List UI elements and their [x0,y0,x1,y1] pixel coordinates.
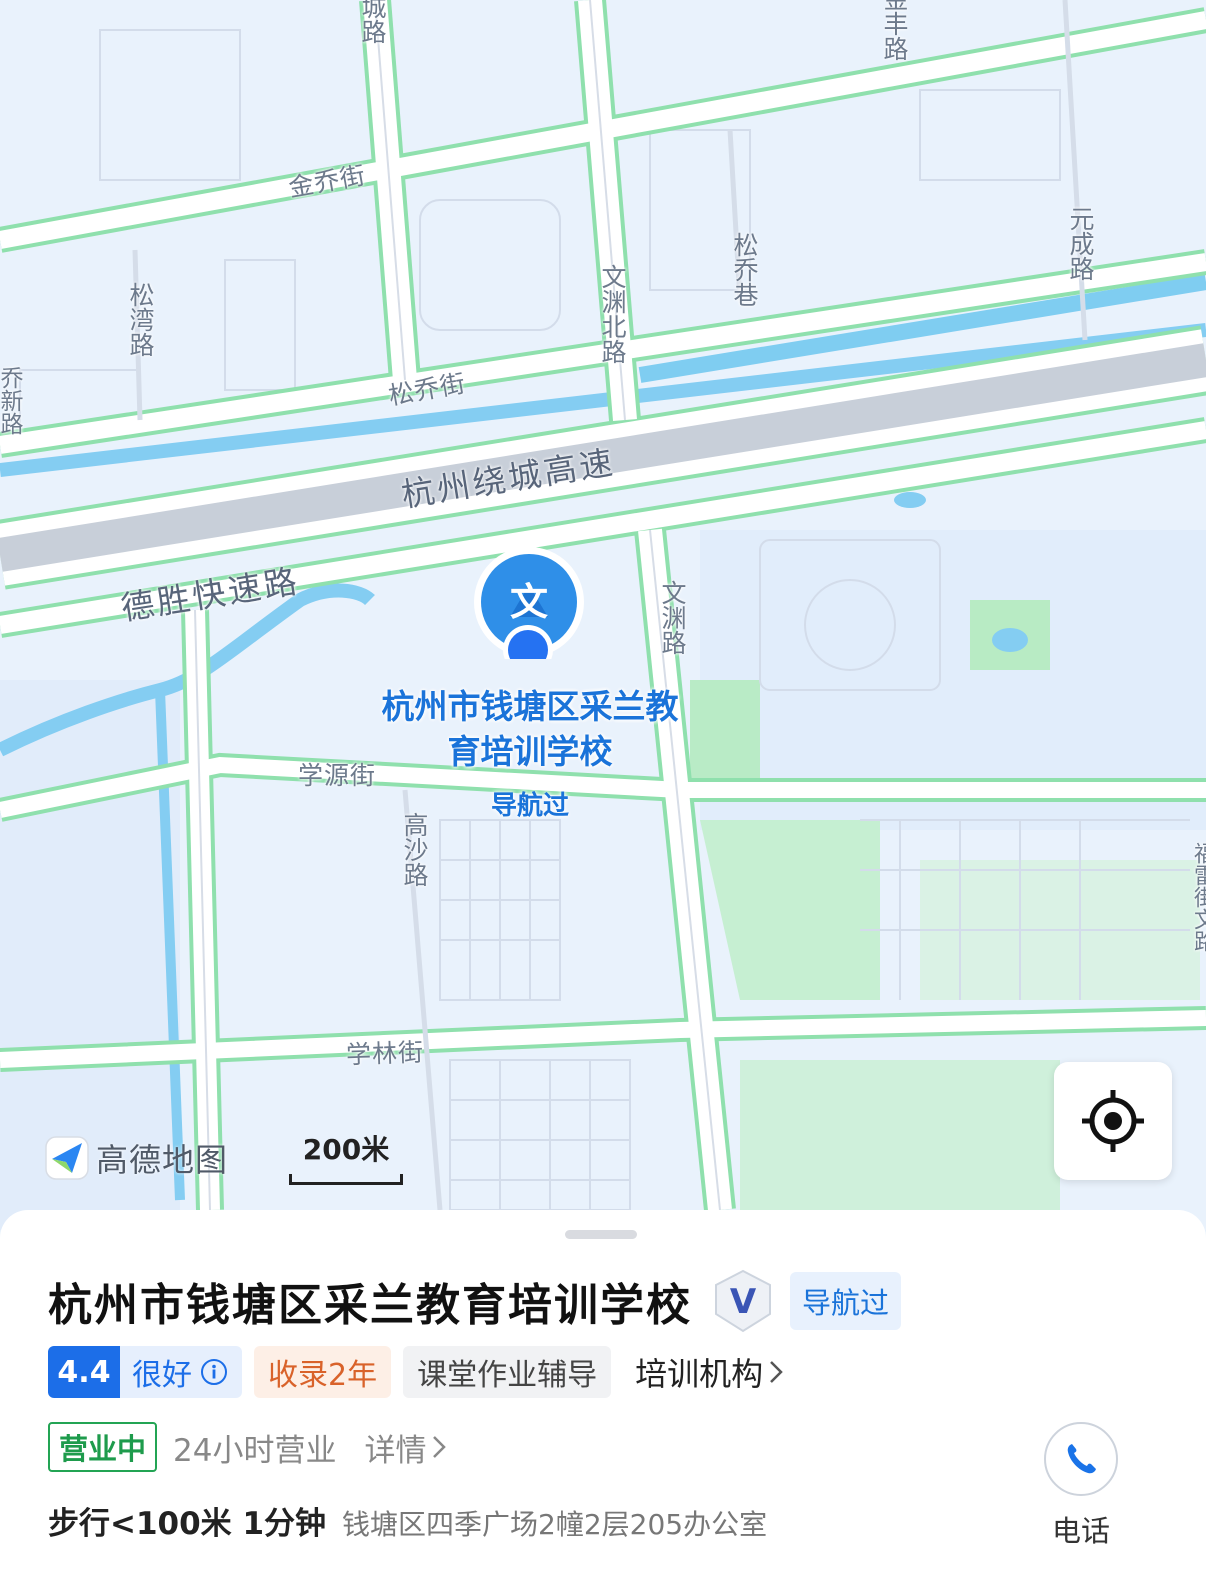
crosshair-icon [1082,1090,1144,1152]
road-label-gaosha-lu: 高沙路 [400,812,429,887]
info-icon[interactable] [200,1358,228,1386]
scale-text: 200米 [302,1133,390,1166]
category-text: 培训机构 [635,1355,764,1393]
map-scale: 200米 [289,1128,403,1185]
road-label-songwan-lu: 松湾路 [126,282,155,357]
place-title: 杭州市钱塘区采兰教育培训学校 [48,1280,692,1331]
road-label-wenyuan-bei-lu: 文渊北路 [598,264,627,364]
road-label-cheng-lu: 城路 [358,0,387,44]
open-status-badge: 营业中 [48,1422,158,1472]
phone-icon [1067,1444,1096,1474]
verified-badge-icon[interactable]: V [710,1268,776,1334]
amap-logo: 高德地图 [44,1135,228,1181]
category-link[interactable]: 培训机构 [635,1349,783,1395]
place-address: 钱塘区四季广场2幢2层205办公室 [342,1508,768,1541]
chevron-right-icon [433,1436,447,1458]
phone-label: 电话 [1051,1514,1110,1548]
phone-icon-circle[interactable] [1044,1422,1118,1496]
hours-detail-link[interactable]: 详情 [364,1425,447,1470]
poi-map-label[interactable]: 杭州市钱塘区采兰教育培训学校 [380,684,680,774]
road-label-xuelin-jie: 学林街 [345,1037,425,1070]
rating-score: 4.4 [48,1346,120,1398]
poi-visited-label: 导航过 [490,791,569,821]
opening-hours: 24小时营业 [173,1432,337,1469]
walking-distance: 步行<100米 1分钟 [48,1506,327,1542]
hours-row: 营业中 24小时营业 详情 [48,1422,447,1472]
rating-badge[interactable]: 4.4 很好 [48,1346,242,1398]
svg-text:文: 文 [510,580,548,624]
title-row: 杭州市钱塘区采兰教育培训学校 V 导航过 [48,1268,902,1334]
road-label-yuancheng-lu: 元成路 [1066,206,1095,281]
road-label-left-edge: 乔新路 [0,366,22,435]
years-listed-tag: 收录2年 [254,1346,392,1398]
amap-logo-text: 高德地图 [96,1141,229,1179]
locate-me-button[interactable] [1054,1062,1172,1180]
road-label-songqiao-xiang: 松乔巷 [730,232,759,307]
amap-logo-icon [45,1136,89,1180]
chevron-right-icon [770,1361,783,1383]
sheet-drag-handle[interactable] [565,1230,637,1239]
distance-address-row: 步行<100米 1分钟 钱塘区四季广场2幢2层205办公室 [48,1498,767,1543]
road-label-right-edge: 福雷街文路 [1190,842,1206,952]
detail-link-text: 详情 [364,1432,427,1469]
rating-word-box: 很好 [120,1346,242,1398]
phone-button[interactable]: 电话 [1042,1422,1120,1550]
road-label-xueyuan-jie: 学源街 [298,761,377,790]
service-tag: 课堂作业辅导 [403,1346,612,1398]
map-view[interactable]: 城路 金丰路 金乔街 松湾路 文渊北路 松乔巷 元成路 松乔街 乔新路 杭州绕城… [0,0,1206,1230]
road-label-wenyuan-lu: 文渊路 [658,580,687,655]
visited-tag: 导航过 [790,1272,902,1330]
tags-row: 4.4 很好 收录2年 课堂作业辅导 培训机构 [48,1346,783,1398]
rating-word: 很好 [132,1358,192,1393]
svg-text:V: V [730,1282,757,1322]
education-pin-icon[interactable]: 文 [472,545,586,675]
place-detail-sheet[interactable]: 杭州市钱塘区采兰教育培训学校 V 导航过 4.4 很好 收录2年 课堂作业辅导 … [0,1210,1206,1572]
scale-bar [289,1174,403,1185]
road-label-jinfeng-lu: 金丰路 [880,0,909,61]
